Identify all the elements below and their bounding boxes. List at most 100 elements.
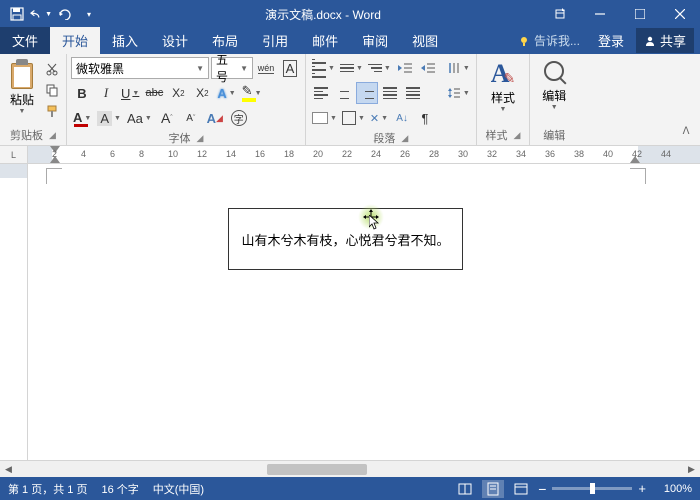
- align-distributed-button[interactable]: [402, 82, 424, 104]
- ruler-tick: 42: [632, 149, 642, 159]
- align-left-button[interactable]: [310, 82, 332, 104]
- show-marks-button[interactable]: ¶: [414, 107, 436, 129]
- zoom-slider[interactable]: [552, 487, 632, 490]
- text-direction-button[interactable]: ▼: [445, 57, 472, 79]
- format-painter-button[interactable]: [42, 101, 62, 121]
- share-button[interactable]: 共享: [636, 28, 694, 53]
- numbering-button[interactable]: ▼: [338, 57, 365, 79]
- ruler-tick: 16: [255, 149, 265, 159]
- signin-button[interactable]: 登录: [590, 27, 632, 54]
- page-status[interactable]: 第 1 页，共 1 页: [8, 481, 87, 497]
- group-editing-label: 编辑: [543, 127, 565, 143]
- font-size-combo[interactable]: 五号▼: [211, 57, 253, 79]
- zoom-level[interactable]: 100%: [652, 483, 692, 495]
- decrease-indent-button[interactable]: [394, 57, 416, 79]
- align-right-button[interactable]: [356, 82, 378, 104]
- bullets-button[interactable]: ▼: [310, 57, 337, 79]
- bold-button[interactable]: B: [71, 82, 93, 104]
- scroll-right-button[interactable]: ▶: [683, 461, 700, 478]
- scroll-left-button[interactable]: ◀: [0, 461, 17, 478]
- ruler-tick: 34: [516, 149, 526, 159]
- ribbon-options-button[interactable]: [540, 0, 580, 28]
- clipboard-dialog-launcher[interactable]: ◢: [49, 130, 56, 141]
- scroll-thumb[interactable]: [267, 464, 367, 475]
- text-effects-button[interactable]: A▼: [215, 82, 237, 104]
- zoom-out-button[interactable]: −: [538, 481, 546, 497]
- phonetic-guide-button[interactable]: wén: [255, 57, 277, 79]
- tab-view[interactable]: 视图: [400, 27, 450, 54]
- document-canvas[interactable]: 山有木兮木有枝，心悦君兮君不知。: [28, 164, 700, 460]
- text-box[interactable]: 山有木兮木有枝，心悦君兮君不知。: [228, 208, 463, 270]
- print-layout-button[interactable]: [482, 480, 504, 498]
- tab-review[interactable]: 审阅: [350, 27, 400, 54]
- tab-file[interactable]: 文件: [0, 27, 50, 54]
- font-dialog-launcher[interactable]: ◢: [197, 133, 204, 144]
- scroll-track[interactable]: [17, 461, 683, 478]
- find-button[interactable]: 编辑 ▼: [534, 57, 574, 115]
- quick-access-toolbar: ▼ ▾: [0, 3, 106, 25]
- tab-insert[interactable]: 插入: [100, 27, 150, 54]
- change-case-button[interactable]: Aa▼: [125, 107, 154, 129]
- multilevel-list-button[interactable]: ▼: [366, 57, 393, 79]
- strike-button[interactable]: abc: [143, 82, 165, 104]
- read-mode-button[interactable]: [454, 480, 476, 498]
- character-border-button[interactable]: A: [279, 57, 301, 79]
- tab-references[interactable]: 引用: [250, 27, 300, 54]
- tab-mailings[interactable]: 邮件: [300, 27, 350, 54]
- paste-button[interactable]: 粘贴 ▼: [4, 57, 40, 117]
- tell-me-search[interactable]: 告诉我...: [512, 32, 586, 49]
- tab-home[interactable]: 开始: [50, 27, 100, 54]
- cut-button[interactable]: [42, 59, 62, 79]
- line-spacing-button[interactable]: ▼: [445, 82, 472, 104]
- maximize-button[interactable]: [620, 0, 660, 28]
- ruler-horizontal[interactable]: L 24681012141618202224262830323436384042…: [0, 146, 700, 164]
- increase-indent-button[interactable]: [417, 57, 439, 79]
- align-justify-button[interactable]: [379, 82, 401, 104]
- language-status[interactable]: 中文(中国): [153, 481, 204, 497]
- font-color-button[interactable]: A▼: [71, 107, 93, 129]
- clear-formatting-button[interactable]: A◢: [204, 107, 226, 129]
- ruler-tick: 12: [197, 149, 207, 159]
- borders-button[interactable]: ▼: [340, 107, 367, 129]
- page-margin-corner: [630, 168, 646, 184]
- undo-button[interactable]: ▼: [30, 3, 52, 25]
- save-button[interactable]: [6, 3, 28, 25]
- close-button[interactable]: [660, 0, 700, 28]
- text-box-content: 山有木兮木有枝，心悦君兮君不知。: [241, 230, 449, 249]
- char-shading-button[interactable]: A▼: [95, 107, 123, 129]
- group-font-label: 字体: [169, 130, 191, 146]
- styles-dialog-launcher[interactable]: ◢: [514, 130, 521, 141]
- ribbon-tabs: 文件 开始 插入 设计 布局 引用 邮件 审阅 视图 告诉我... 登录 共享: [0, 28, 700, 54]
- redo-button[interactable]: [54, 3, 76, 25]
- italic-button[interactable]: I: [95, 82, 117, 104]
- web-layout-button[interactable]: [510, 480, 532, 498]
- paragraph-dialog-launcher[interactable]: ◢: [401, 133, 408, 144]
- highlight-button[interactable]: ✎▼: [240, 82, 264, 104]
- sort-button[interactable]: A↓: [391, 107, 413, 129]
- grow-font-button[interactable]: Aˆ: [156, 107, 178, 129]
- superscript-button[interactable]: X2: [191, 82, 213, 104]
- qat-customize-button[interactable]: ▾: [78, 3, 100, 25]
- word-count[interactable]: 16 个字: [101, 481, 138, 497]
- font-name-combo[interactable]: 微软雅黑▼: [71, 57, 209, 79]
- minimize-button[interactable]: [580, 0, 620, 28]
- underline-button[interactable]: U▼: [119, 82, 141, 104]
- subscript-button[interactable]: X2: [167, 82, 189, 104]
- tab-layout[interactable]: 布局: [200, 27, 250, 54]
- statusbar: 第 1 页，共 1 页 16 个字 中文(中国) − + 100%: [0, 477, 700, 500]
- scrollbar-horizontal[interactable]: ◀ ▶: [0, 460, 700, 477]
- tab-design[interactable]: 设计: [150, 27, 200, 54]
- document-area: 山有木兮木有枝，心悦君兮君不知。: [0, 164, 700, 460]
- zoom-in-button[interactable]: +: [638, 481, 646, 496]
- collapse-ribbon-button[interactable]: ᐱ: [676, 121, 696, 141]
- shrink-font-button[interactable]: Aˇ: [180, 107, 202, 129]
- asian-layout-button[interactable]: ✕▼: [368, 107, 390, 129]
- copy-button[interactable]: [42, 80, 62, 100]
- align-center-button[interactable]: [333, 82, 355, 104]
- styles-button[interactable]: A✎ 样式 ▼: [481, 57, 526, 117]
- ruler-tick: 20: [313, 149, 323, 159]
- ruler-vertical[interactable]: [0, 164, 28, 460]
- shading-button[interactable]: ▼: [310, 107, 339, 129]
- enclose-chars-button[interactable]: 字: [228, 107, 250, 129]
- tab-selector[interactable]: L: [0, 146, 28, 163]
